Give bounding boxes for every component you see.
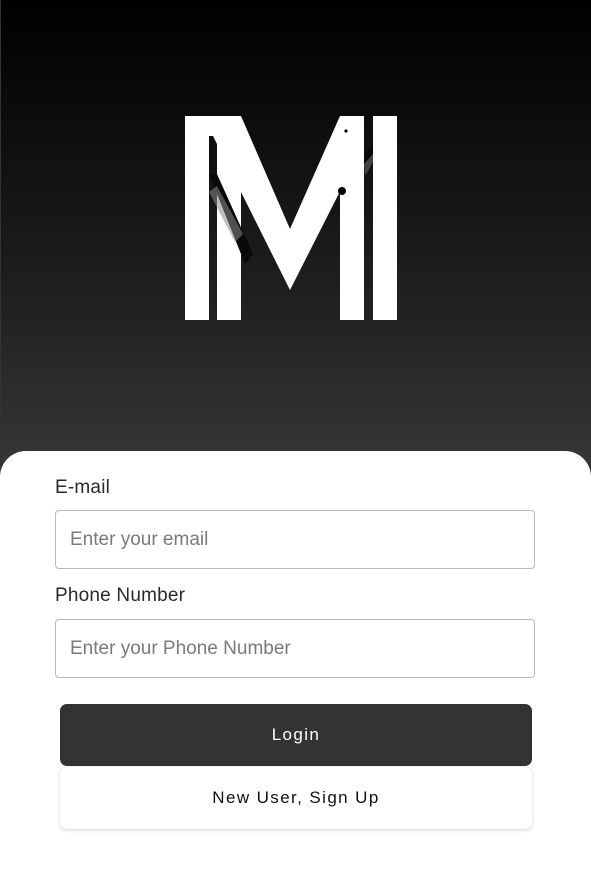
- header-banner: [0, 0, 591, 480]
- email-label: E-mail: [55, 477, 111, 498]
- login-button[interactable]: Login: [60, 704, 532, 766]
- phone-field-container[interactable]: [55, 619, 535, 678]
- m-logo-icon: [185, 116, 397, 320]
- phone-label: Phone Number: [55, 585, 186, 606]
- phone-field[interactable]: [56, 620, 534, 677]
- email-field[interactable]: [56, 511, 534, 568]
- signup-button[interactable]: New User, Sign Up: [60, 767, 532, 829]
- email-field-container[interactable]: [55, 510, 535, 569]
